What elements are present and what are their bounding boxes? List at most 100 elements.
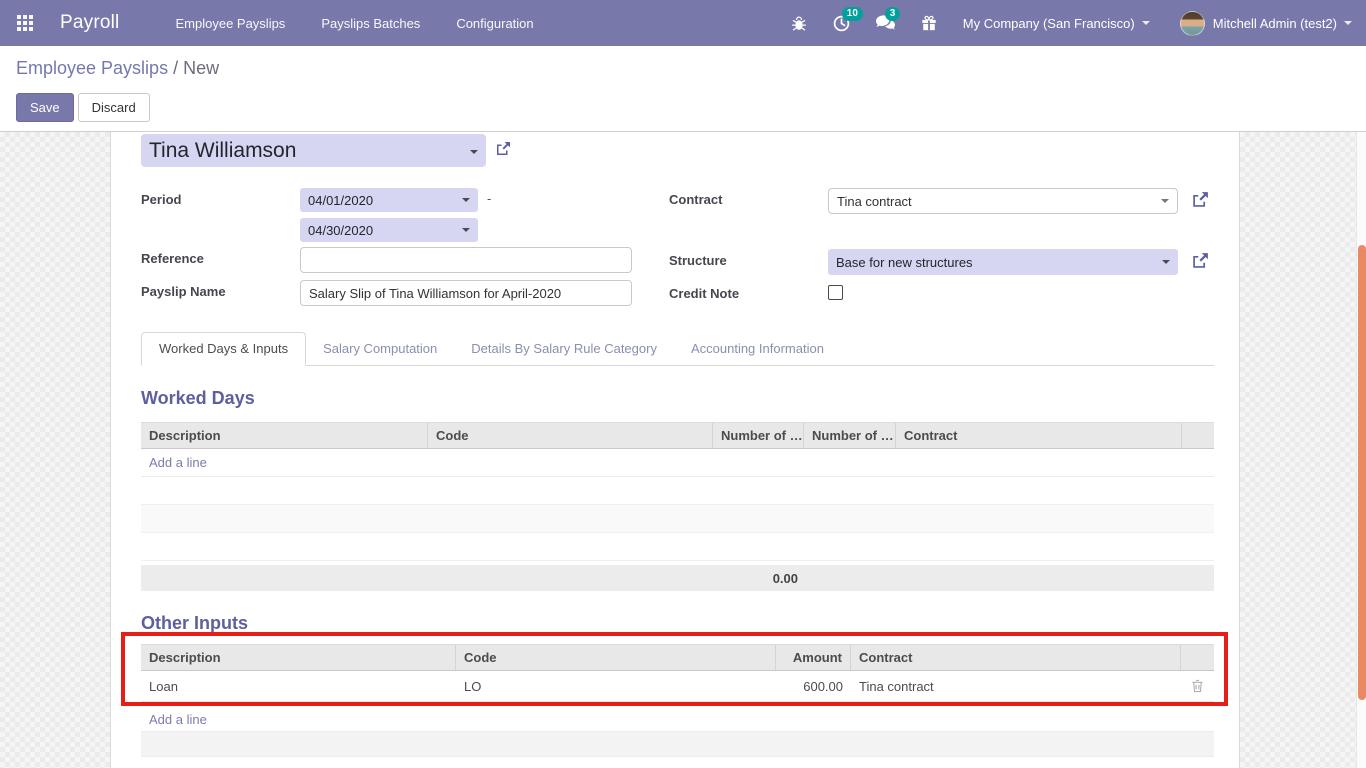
credit-note-label: Credit Note <box>669 286 739 301</box>
menu-payslips-batches[interactable]: Payslips Batches <box>321 16 420 31</box>
control-panel-buttons: Save Discard <box>16 93 150 122</box>
worked-days-add-line-link[interactable]: Add a line <box>141 455 215 470</box>
activities-clock-icon[interactable]: 10 <box>833 15 850 32</box>
breadcrumb-current: New <box>183 58 219 78</box>
column-header-code[interactable]: Code <box>456 645 776 670</box>
period-separator: - <box>487 191 491 206</box>
user-menu[interactable]: Mitchell Admin (test2) <box>1213 16 1352 31</box>
empty-table-row <box>141 533 1214 561</box>
worked-days-header-row: Description Code Number of … Number of …… <box>141 422 1214 449</box>
dropdown-caret-icon <box>1162 260 1170 264</box>
column-header-number-of-hours[interactable]: Number of … <box>804 423 896 448</box>
period-to-value: 04/30/2020 <box>308 223 373 238</box>
chevron-down-icon <box>1344 21 1352 25</box>
scrollbar-thumb[interactable] <box>1358 245 1366 700</box>
apps-menu-icon[interactable] <box>12 10 38 36</box>
period-label: Period <box>141 192 181 207</box>
worked-days-title: Worked Days <box>141 388 255 409</box>
other-inputs-add-line-link[interactable]: Add a line <box>141 712 215 727</box>
other-inputs-add-line-row: Add a line <box>141 707 1214 731</box>
column-header-contract[interactable]: Contract <box>896 423 1182 448</box>
tab-accounting-information[interactable]: Accounting Information <box>674 333 841 365</box>
worked-days-total-value: 0.00 <box>141 571 804 586</box>
messages-count-badge: 3 <box>885 7 901 21</box>
cell-amount[interactable]: 600.00 <box>776 679 851 694</box>
control-panel: Employee Payslips / New Save Discard <box>0 46 1366 132</box>
breadcrumb-separator: / <box>173 58 183 78</box>
period-from-field[interactable]: 04/01/2020 <box>300 188 478 212</box>
column-header-contract[interactable]: Contract <box>851 645 1181 670</box>
breadcrumb: Employee Payslips / New <box>16 58 219 79</box>
empty-table-row <box>141 731 1214 757</box>
worked-days-table: Description Code Number of … Number of …… <box>141 422 1214 591</box>
column-header-actions <box>1182 423 1214 448</box>
contract-value: Tina contract <box>837 194 912 209</box>
payslip-name-input[interactable] <box>300 280 632 306</box>
contract-field[interactable]: Tina contract <box>828 188 1178 214</box>
empty-table-row <box>141 477 1214 505</box>
employee-value: Tina Williamson <box>149 139 296 163</box>
company-switcher[interactable]: My Company (San Francisco) <box>963 16 1150 31</box>
messages-icon[interactable]: 3 <box>876 15 895 31</box>
delete-row-trash-icon[interactable] <box>1181 679 1214 693</box>
chevron-down-icon <box>1142 21 1150 25</box>
dropdown-caret-icon <box>462 198 470 202</box>
tab-worked-days-inputs[interactable]: Worked Days & Inputs <box>141 332 306 366</box>
notebook-tabs: Worked Days & Inputs Salary Computation … <box>141 333 1214 366</box>
other-inputs-row-loan[interactable]: Loan LO 600.00 Tina contract <box>141 671 1214 702</box>
menu-employee-payslips[interactable]: Employee Payslips <box>175 16 285 31</box>
top-navbar: Payroll Employee Payslips Payslips Batch… <box>0 0 1366 46</box>
column-header-number-of-days[interactable]: Number of … <box>713 423 804 448</box>
breadcrumb-parent-link[interactable]: Employee Payslips <box>16 58 168 78</box>
column-header-actions <box>1181 645 1214 670</box>
reference-label: Reference <box>141 251 204 266</box>
other-inputs-header-row: Description Code Amount Contract <box>141 644 1214 671</box>
dropdown-caret-icon <box>470 150 478 154</box>
debug-bug-icon[interactable] <box>791 15 807 32</box>
user-name: Mitchell Admin (test2) <box>1213 16 1337 31</box>
form-sheet: Tina Williamson Period 04/01/2020 - 04/3… <box>110 132 1240 768</box>
empty-table-row <box>141 505 1214 533</box>
credit-note-checkbox[interactable] <box>828 285 843 300</box>
employee-field[interactable]: Tina Williamson <box>141 134 486 167</box>
structure-label: Structure <box>669 253 727 268</box>
discard-button[interactable]: Discard <box>78 93 150 122</box>
activities-count-badge: 10 <box>842 7 863 21</box>
gift-icon[interactable] <box>921 15 937 32</box>
column-header-description[interactable]: Description <box>141 645 456 670</box>
dropdown-caret-icon <box>462 228 470 232</box>
cell-contract[interactable]: Tina contract <box>851 679 1181 694</box>
other-inputs-table: Description Code Amount Contract Loan LO… <box>141 644 1214 757</box>
form-view-background: Tina Williamson Period 04/01/2020 - 04/3… <box>0 132 1366 768</box>
user-avatar[interactable] <box>1180 11 1205 36</box>
save-button[interactable]: Save <box>16 93 74 122</box>
employee-external-link-icon[interactable] <box>495 141 511 162</box>
contract-external-link-icon[interactable] <box>1191 191 1209 214</box>
other-inputs-title: Other Inputs <box>141 613 248 634</box>
top-menu-bar: Employee Payslips Payslips Batches Confi… <box>175 16 533 31</box>
worked-days-total-row: 0.00 <box>141 565 1214 591</box>
structure-external-link-icon[interactable] <box>1191 252 1209 275</box>
systray: 10 3 My Company (San Francisco) <box>765 11 1352 36</box>
structure-value: Base for new structures <box>836 255 973 270</box>
payslip-name-label: Payslip Name <box>141 284 226 299</box>
dropdown-caret-icon <box>1161 199 1169 203</box>
cell-code[interactable]: LO <box>456 679 776 694</box>
vertical-scrollbar-track[interactable] <box>1356 132 1366 768</box>
column-header-description[interactable]: Description <box>141 423 428 448</box>
column-header-amount[interactable]: Amount <box>776 645 851 670</box>
reference-input[interactable] <box>300 247 632 273</box>
contract-label: Contract <box>669 192 722 207</box>
menu-configuration[interactable]: Configuration <box>456 16 533 31</box>
tab-salary-computation[interactable]: Salary Computation <box>306 333 454 365</box>
worked-days-add-line-row: Add a line <box>141 449 1214 477</box>
payroll-app-window: Payroll Employee Payslips Payslips Batch… <box>0 0 1366 768</box>
company-name: My Company (San Francisco) <box>963 16 1135 31</box>
cell-description[interactable]: Loan <box>141 679 456 694</box>
app-title: Payroll <box>60 12 119 34</box>
period-to-field[interactable]: 04/30/2020 <box>300 218 478 242</box>
period-from-value: 04/01/2020 <box>308 193 373 208</box>
structure-field[interactable]: Base for new structures <box>828 249 1178 275</box>
tab-details-by-salary-rule-category[interactable]: Details By Salary Rule Category <box>454 333 674 365</box>
column-header-code[interactable]: Code <box>428 423 713 448</box>
